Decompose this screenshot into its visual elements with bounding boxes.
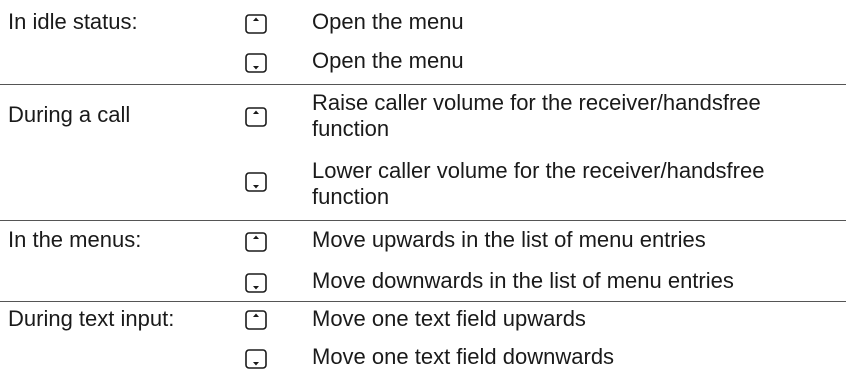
entry-description: Open the menu: [312, 48, 464, 73]
up-key-icon: [245, 107, 267, 127]
entry-description: Move downwards in the list of menu entri…: [312, 268, 734, 293]
entry-description: Move upwards in the list of menu entries: [312, 227, 706, 252]
down-key-icon: [245, 172, 267, 192]
row-divider: [0, 84, 846, 85]
entry-description: Move one text field upwards: [312, 306, 586, 331]
down-key-icon: [245, 53, 267, 73]
entry-description: Raise caller volume for the receiver/han…: [312, 90, 761, 142]
up-key-icon: [245, 14, 267, 34]
entry-description: Lower caller volume for the receiver/han…: [312, 158, 765, 210]
entry-description: Open the menu: [312, 9, 464, 34]
entry-description: Move one text field downwards: [312, 344, 615, 369]
up-key-icon: [245, 232, 267, 252]
key-function-table: In idle status: Open the menu Open the m…: [0, 0, 846, 377]
row-label: During text input:: [8, 306, 175, 331]
down-key-icon: [245, 349, 267, 369]
row-divider: [0, 301, 846, 302]
row-divider: [0, 220, 846, 221]
down-key-icon: [245, 273, 267, 293]
row-label: During a call: [8, 102, 131, 127]
up-key-icon: [245, 310, 267, 330]
row-label: In idle status:: [8, 9, 138, 34]
row-label: In the menus:: [8, 227, 142, 252]
